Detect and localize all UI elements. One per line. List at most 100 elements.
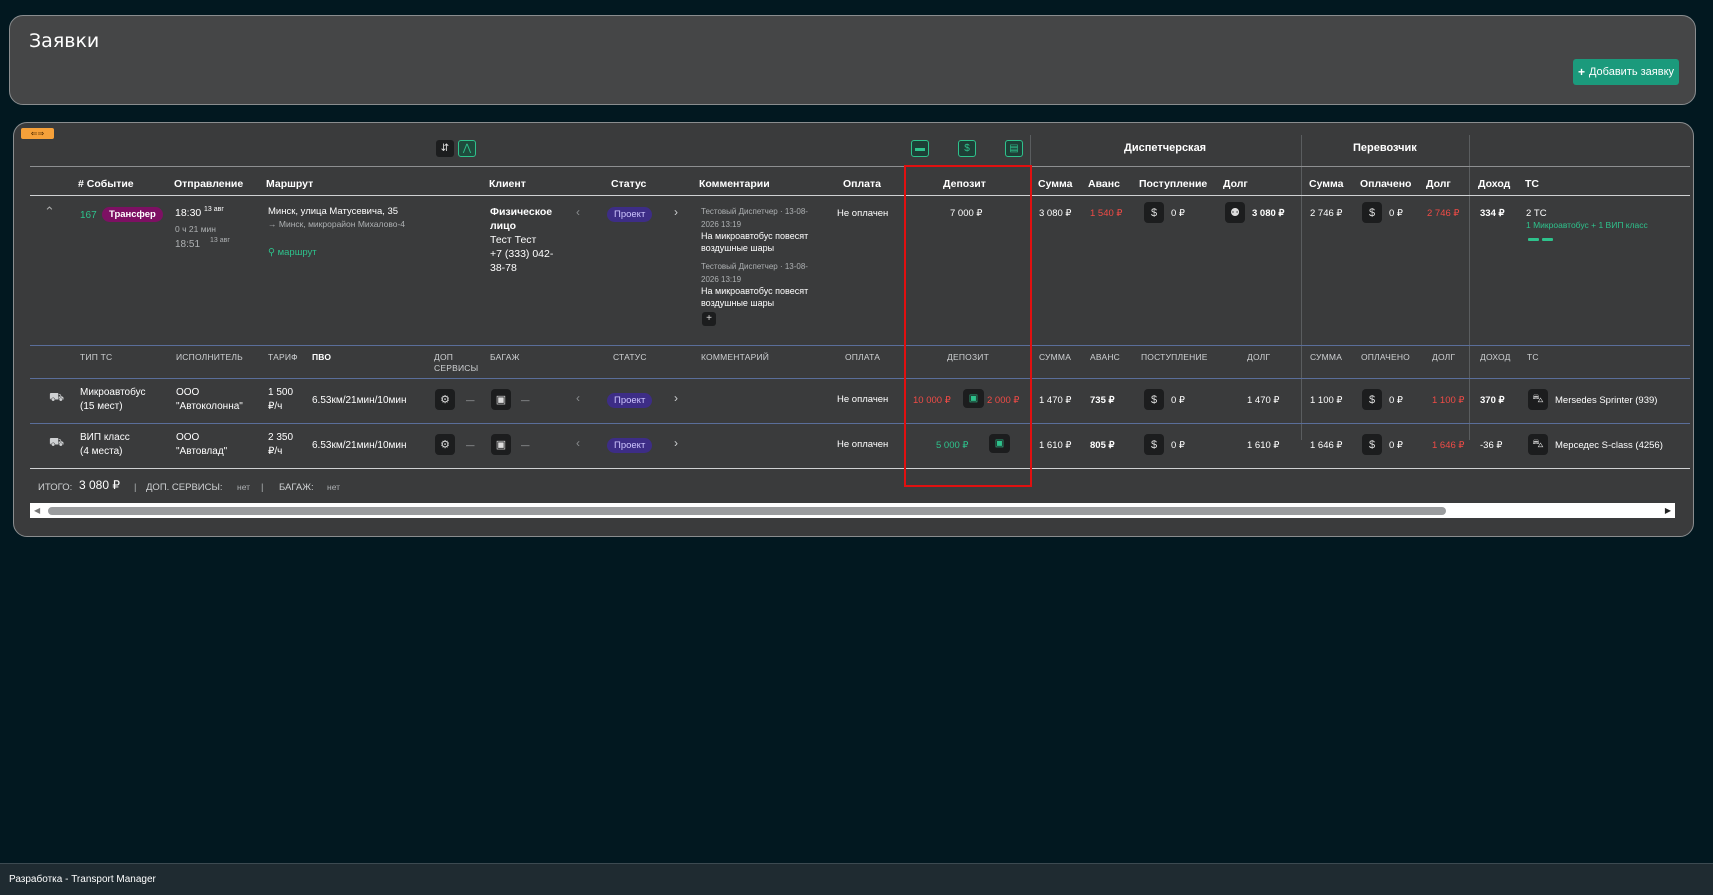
collapse-chevron-icon[interactable]: ⌃ (44, 205, 55, 218)
executor: ООО (176, 387, 200, 398)
debt: 3 080 ₽ (1252, 208, 1285, 219)
divider (30, 195, 1690, 196)
col-route: Маршрут (266, 178, 314, 190)
carrier-debt: 1 646 ₽ (1432, 440, 1465, 451)
status-next-arrow-icon[interactable]: › (674, 436, 678, 450)
col-status: Статус (611, 178, 647, 190)
debt: 1 610 ₽ (1247, 440, 1280, 451)
route-from: Минск, улица Матусевича, 35 (268, 206, 399, 217)
bus-icon: ⛟ (49, 390, 65, 404)
dollar-icon[interactable]: $ (1144, 434, 1164, 455)
subcol-profit: ДОХОД (1480, 352, 1511, 362)
scroll-right-arrow-icon[interactable]: ▶ (1665, 506, 1671, 515)
briefcase-icon[interactable]: ▣ (491, 434, 511, 455)
road-icon[interactable]: ⋀ (458, 140, 476, 157)
plus-icon: + (1577, 65, 1585, 79)
page-title: Заявки (29, 30, 100, 52)
client-phone-2: 38-78 (490, 262, 517, 274)
arrival-date: 13 авг (210, 237, 230, 244)
baggage: — (521, 395, 530, 405)
comment-text-2: воздушные шары (701, 298, 775, 308)
subcol-extra-2: СЕРВИСЫ (434, 363, 479, 373)
sum: 1 470 ₽ (1039, 395, 1072, 406)
departure-time: 18:30 (175, 207, 202, 219)
dollar-icon[interactable]: $ (1144, 389, 1164, 410)
subcol-type: ТИП ТС (80, 352, 113, 362)
departure-date: 13 авг (204, 206, 224, 213)
col-comments: Комментарии (699, 178, 770, 190)
route-to: → Минск, микрорайон Михалово-4 (268, 219, 406, 229)
subcol-advance: АВАНС (1090, 352, 1121, 362)
status-prev-arrow-icon[interactable]: ‹ (576, 436, 580, 450)
deposit-highlight-box (904, 165, 1032, 487)
add-user-icon[interactable]: ⚉ (1225, 202, 1245, 223)
vehicles-desc: 1 Микроавтобус + 1 ВИП класс (1526, 220, 1648, 230)
car-icon[interactable]: ⛍ (1528, 434, 1548, 455)
carrier-debt: 2 746 ₽ (1427, 208, 1460, 219)
tariff: 2 350 (268, 432, 294, 443)
status-badge[interactable]: Проект (607, 438, 653, 453)
status-badge[interactable]: Проект (607, 207, 653, 222)
executor-name: "Автовлад" (176, 446, 228, 457)
subcol-income: ПОСТУПЛЕНИЕ (1141, 352, 1208, 362)
map-pin-icon: ⚲ (268, 247, 275, 258)
header-panel: Заявки + Добавить заявку (9, 15, 1696, 105)
income: 0 ₽ (1171, 440, 1185, 451)
divider (1301, 135, 1302, 440)
status-next-arrow-icon[interactable]: › (674, 391, 678, 405)
extra-services: — (466, 395, 475, 405)
col-debt: Долг (1223, 178, 1248, 190)
order-id[interactable]: 167 (80, 209, 97, 222)
income: 0 ₽ (1171, 395, 1185, 406)
extra-services-value: нет (237, 482, 251, 492)
gear-icon[interactable]: ⚙ (435, 389, 455, 410)
extra-services-label: ДОП. СЕРВИСЫ: (146, 482, 223, 493)
baggage-value: нет (327, 482, 341, 492)
scroll-left-arrow-icon[interactable]: ◀ (34, 506, 40, 515)
subcol-extra: ДОП (434, 352, 454, 362)
car-icon[interactable]: ⛍ (1528, 389, 1548, 410)
expand-toggle-button[interactable]: ⇐⇒ (21, 128, 54, 139)
divider (30, 166, 1690, 167)
status-next-arrow-icon[interactable]: › (674, 205, 678, 219)
dollar-icon[interactable]: $ (1144, 202, 1164, 223)
dollar-icon[interactable]: $ (1362, 389, 1382, 410)
briefcase-icon[interactable]: ▣ (491, 389, 511, 410)
carrier-sum: 1 646 ₽ (1310, 440, 1343, 451)
dollar-icon[interactable]: $ (1362, 202, 1382, 223)
money-icon[interactable]: ▤ (1005, 140, 1023, 157)
subcol-status: СТАТУС (613, 352, 647, 362)
dollar-icon[interactable]: $ (958, 140, 976, 157)
subcol-tariff: ТАРИФ (268, 352, 298, 362)
col-sum: Сумма (1038, 178, 1073, 190)
advance: 1 540 ₽ (1090, 208, 1123, 219)
status-badge[interactable]: Проект (607, 393, 653, 408)
add-comment-button[interactable]: + (702, 312, 716, 326)
arrival-time: 18:51 (175, 239, 201, 250)
route-link[interactable]: ⚲ маршрут (268, 246, 317, 259)
subcol-comment: КОММЕНТАРИЙ (701, 352, 770, 362)
baggage-label: БАГАЖ: (279, 482, 314, 493)
bus-icon: ⛟ (49, 435, 65, 449)
vehicle-type: ВИП класс (80, 432, 130, 443)
extra-services: — (466, 440, 475, 450)
col-carrier-sum: Сумма (1309, 178, 1344, 190)
tariff-unit: ₽/ч (268, 446, 283, 457)
footer-text: Разработка - Transport Manager (9, 874, 156, 885)
col-departure: Отправление (174, 178, 244, 190)
signpost-icon[interactable]: ⇵ (436, 140, 454, 157)
totals-value: 3 080 ₽ (79, 478, 120, 492)
col-profit: Доход (1478, 178, 1511, 190)
scroll-thumb[interactable] (48, 507, 1446, 515)
advance: 805 ₽ (1090, 440, 1115, 451)
gear-icon[interactable]: ⚙ (435, 434, 455, 455)
group-dispatch: Диспетчерская (1124, 142, 1207, 154)
vehicle-indicator (1528, 238, 1539, 241)
status-prev-arrow-icon[interactable]: ‹ (576, 205, 580, 219)
route-link-label: маршрут (277, 247, 317, 258)
status-prev-arrow-icon[interactable]: ‹ (576, 391, 580, 405)
add-order-button[interactable]: + Добавить заявку (1573, 59, 1679, 85)
horizontal-scrollbar[interactable]: ◀ ▶ (30, 503, 1675, 518)
chat-icon[interactable]: ▬ (911, 140, 929, 157)
dollar-icon[interactable]: $ (1362, 434, 1382, 455)
